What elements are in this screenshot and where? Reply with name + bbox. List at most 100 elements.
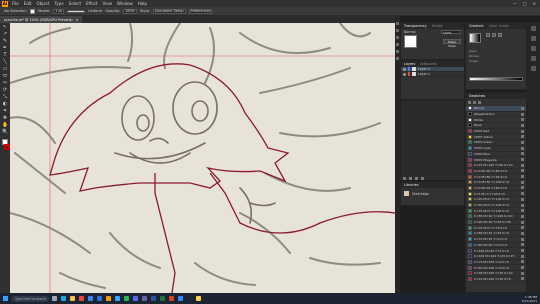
- stroke-profile-preview[interactable]: [66, 9, 85, 13]
- menu-help[interactable]: Help: [138, 1, 147, 6]
- maximize-button[interactable]: □: [523, 1, 527, 6]
- tab-color-guide[interactable]: Color Guide: [489, 24, 509, 28]
- spotify-app-icon[interactable]: [124, 296, 129, 301]
- transparency-opacity-field[interactable]: 100%: [441, 30, 461, 35]
- panel-icon-libraries[interactable]: [396, 29, 399, 32]
- line-tool-icon[interactable]: ╲: [2, 60, 8, 65]
- grid-view-icon[interactable]: [473, 101, 476, 104]
- scale-tool-icon[interactable]: ⤡: [2, 95, 8, 100]
- panel-icon-character[interactable]: [531, 66, 536, 71]
- pencil-tool-icon[interactable]: ✎: [2, 39, 8, 44]
- menu-type[interactable]: Type: [54, 1, 63, 6]
- menu-bar: Ai File Edit Object Type Select Effect V…: [0, 0, 540, 7]
- zoom-tool-icon[interactable]: 🔍: [2, 130, 8, 135]
- uniform-label[interactable]: Uniform: [88, 9, 102, 13]
- tab-artboards[interactable]: Artboards: [420, 62, 437, 66]
- menu-select[interactable]: Select: [69, 1, 81, 6]
- tab-transparency[interactable]: Transparency: [404, 24, 427, 28]
- panel-icon-color[interactable]: [396, 36, 399, 39]
- gradient-slider[interactable]: [469, 77, 523, 81]
- menu-file[interactable]: File: [12, 1, 19, 6]
- minimize-button[interactable]: —: [513, 1, 517, 6]
- layer-row[interactable]: Layer 1: [401, 72, 464, 77]
- free-transform-tool-icon[interactable]: ✥: [2, 116, 8, 121]
- ellipse-tool-icon[interactable]: ⬭: [2, 74, 8, 79]
- document-setup-button[interactable]: Document Setup: [153, 8, 186, 14]
- word-app-icon[interactable]: [151, 296, 156, 301]
- menu-view[interactable]: View: [103, 1, 113, 6]
- radial-gradient-icon[interactable]: [492, 33, 496, 37]
- gradient-preview[interactable]: [469, 33, 481, 43]
- taskbar-search-input[interactable]: Type here to search: [11, 295, 49, 302]
- notes-app-icon[interactable]: [196, 296, 201, 301]
- steam-app-icon[interactable]: [187, 296, 192, 301]
- list-view-icon[interactable]: [468, 101, 471, 104]
- tab-libraries[interactable]: Libraries: [404, 183, 419, 187]
- system-tray-clock[interactable]: 1:48 PM 5/21/2021: [522, 295, 537, 303]
- swatch-type-icon: [521, 186, 524, 190]
- pen-tool-icon[interactable]: ✒: [2, 46, 8, 51]
- panel-icon-symbols[interactable]: [396, 57, 399, 60]
- visibility-eye-icon[interactable]: [403, 72, 406, 76]
- artboard-canvas[interactable]: [10, 23, 395, 293]
- preferences-button[interactable]: Preferences: [188, 8, 213, 14]
- rotate-tool-icon[interactable]: ⟳: [2, 88, 8, 93]
- tab-gradient[interactable]: Gradient: [469, 24, 484, 28]
- illustrator-app-icon[interactable]: [106, 296, 111, 301]
- new-layer-icon[interactable]: [403, 176, 406, 180]
- opacity-field[interactable]: 100%: [123, 8, 137, 14]
- stroke-color-swatch[interactable]: [3, 144, 10, 150]
- store-app-icon[interactable]: [88, 296, 93, 301]
- zoom-app-icon[interactable]: [178, 296, 183, 301]
- visibility-eye-icon[interactable]: [403, 67, 406, 71]
- linear-gradient-icon[interactable]: [486, 33, 490, 37]
- make-mask-button[interactable]: Make Mask: [443, 39, 461, 48]
- menu-edit[interactable]: Edit: [24, 1, 32, 6]
- scissors-tool-icon[interactable]: ✂: [2, 81, 8, 86]
- selection-tool-icon[interactable]: ↖: [2, 25, 8, 30]
- swatch-library-icon[interactable]: [478, 101, 481, 104]
- task-view-app-icon[interactable]: [52, 296, 57, 301]
- panel-icon-brushes[interactable]: [396, 50, 399, 53]
- document-tab[interactable]: scanline.ai* @ 150% (RGB/GPU Preview) ×: [0, 16, 83, 23]
- blend-mode-select[interactable]: Normal: [404, 30, 416, 34]
- type-tool-icon[interactable]: T: [2, 53, 8, 58]
- menu-effect[interactable]: Effect: [86, 1, 98, 6]
- stroke-weight-field[interactable]: 1 pt: [53, 8, 64, 14]
- rectangle-tool-icon[interactable]: ▭: [2, 67, 8, 72]
- panel-icon-align[interactable]: [531, 36, 536, 41]
- excel-app-icon[interactable]: [160, 296, 165, 301]
- close-tab-icon[interactable]: ×: [76, 18, 79, 22]
- panel-icon-pathfinder[interactable]: [531, 46, 536, 51]
- mesh-tool-icon[interactable]: ⌗: [2, 109, 8, 114]
- panel-icon-appearance[interactable]: [531, 26, 536, 31]
- menu-object[interactable]: Object: [36, 1, 49, 6]
- shape-builder-tool-icon[interactable]: ◐: [2, 102, 8, 107]
- start-button-icon[interactable]: [3, 296, 8, 301]
- freeform-gradient-icon[interactable]: [498, 33, 502, 37]
- panel-icon-transform[interactable]: [531, 56, 536, 61]
- swatch-row[interactable]: C=10 M=100 Y=50 K=0: [466, 276, 526, 283]
- powerpoint-app-icon[interactable]: [169, 296, 174, 301]
- tab-layers[interactable]: Layers: [404, 62, 415, 66]
- menu-window[interactable]: Window: [117, 1, 133, 6]
- edge-app-icon[interactable]: [61, 296, 66, 301]
- mail-app-icon[interactable]: [97, 296, 102, 301]
- hand-tool-icon[interactable]: ✋: [2, 123, 8, 128]
- explorer-app-icon[interactable]: [70, 296, 75, 301]
- trash-icon[interactable]: [421, 176, 424, 180]
- photoshop-app-icon[interactable]: [115, 296, 120, 301]
- chrome-app-icon[interactable]: [79, 296, 84, 301]
- panel-icon-properties[interactable]: [396, 22, 399, 25]
- direct-selection-tool-icon[interactable]: ↗: [2, 32, 8, 37]
- tab-stroke[interactable]: Stroke: [432, 24, 443, 28]
- new-sublayer-icon[interactable]: [415, 176, 418, 180]
- tab-swatches[interactable]: Swatches: [469, 94, 485, 98]
- make-clipping-mask-icon[interactable]: [409, 176, 412, 180]
- discord-app-icon[interactable]: [133, 296, 138, 301]
- teams-app-icon[interactable]: [142, 296, 147, 301]
- library-item[interactable]: Sketchsign: [401, 188, 464, 199]
- fill-swatch[interactable]: [29, 8, 35, 14]
- close-window-button[interactable]: ✕: [533, 1, 536, 6]
- panel-icon-stroke[interactable]: [396, 43, 399, 46]
